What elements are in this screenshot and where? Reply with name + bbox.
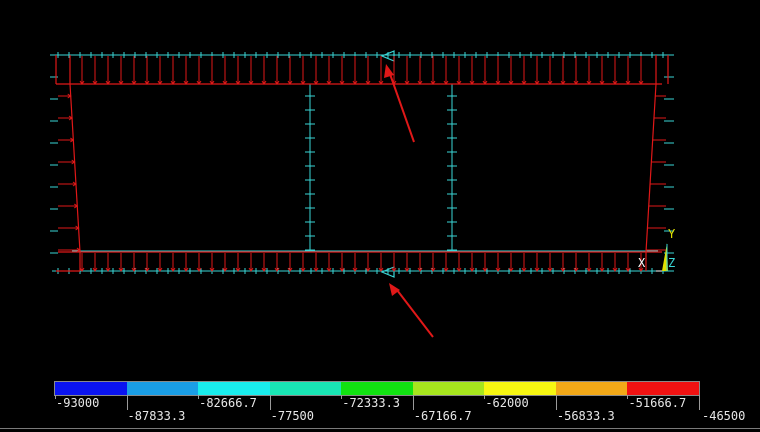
legend-value-label: -46500 [702, 409, 746, 423]
legend-value-label: -51666.7 [628, 396, 687, 410]
model-viewport[interactable] [0, 0, 760, 384]
annotation-arrows [384, 64, 434, 338]
legend-value-label: -67166.7 [413, 409, 472, 423]
annotation-arrow-bottom-head [389, 283, 400, 296]
legend-value-label: -77500 [270, 409, 315, 423]
legend-value-label: -56833.3 [556, 409, 615, 423]
legend-tick [126, 395, 128, 410]
legend-value-label: -87833.3 [127, 409, 186, 423]
legend-tick [699, 395, 700, 410]
annotation-arrow-top-head [384, 64, 394, 78]
legend-tick [269, 395, 271, 410]
coordinate-triad [656, 243, 668, 272]
triad-y-label: Y [668, 227, 676, 241]
legend-tick [555, 395, 557, 410]
legend-frame [54, 381, 700, 396]
triad-z-label: Z [668, 256, 676, 270]
mesh-lines [50, 50, 674, 278]
legend-value-label: -82666.7 [199, 396, 257, 410]
ansys-graphics-window[interactable]: X Y Z -93000 -87833.3 -82666.7 -77500 -72333… [0, 0, 760, 432]
triad-x-label: X [638, 256, 646, 270]
annotation-arrow-bottom [396, 289, 434, 338]
legend-value-label: -62000 [485, 396, 529, 410]
window-bottom-border [0, 428, 760, 429]
pressure-left-envelope [69, 55, 81, 271]
pressure-right-envelope [645, 55, 657, 271]
legend-value-label: -93000 [56, 396, 100, 410]
legend-value-label: -72333.3 [342, 396, 401, 410]
pressure-arrows [55, 55, 669, 272]
legend-tick [412, 395, 414, 410]
